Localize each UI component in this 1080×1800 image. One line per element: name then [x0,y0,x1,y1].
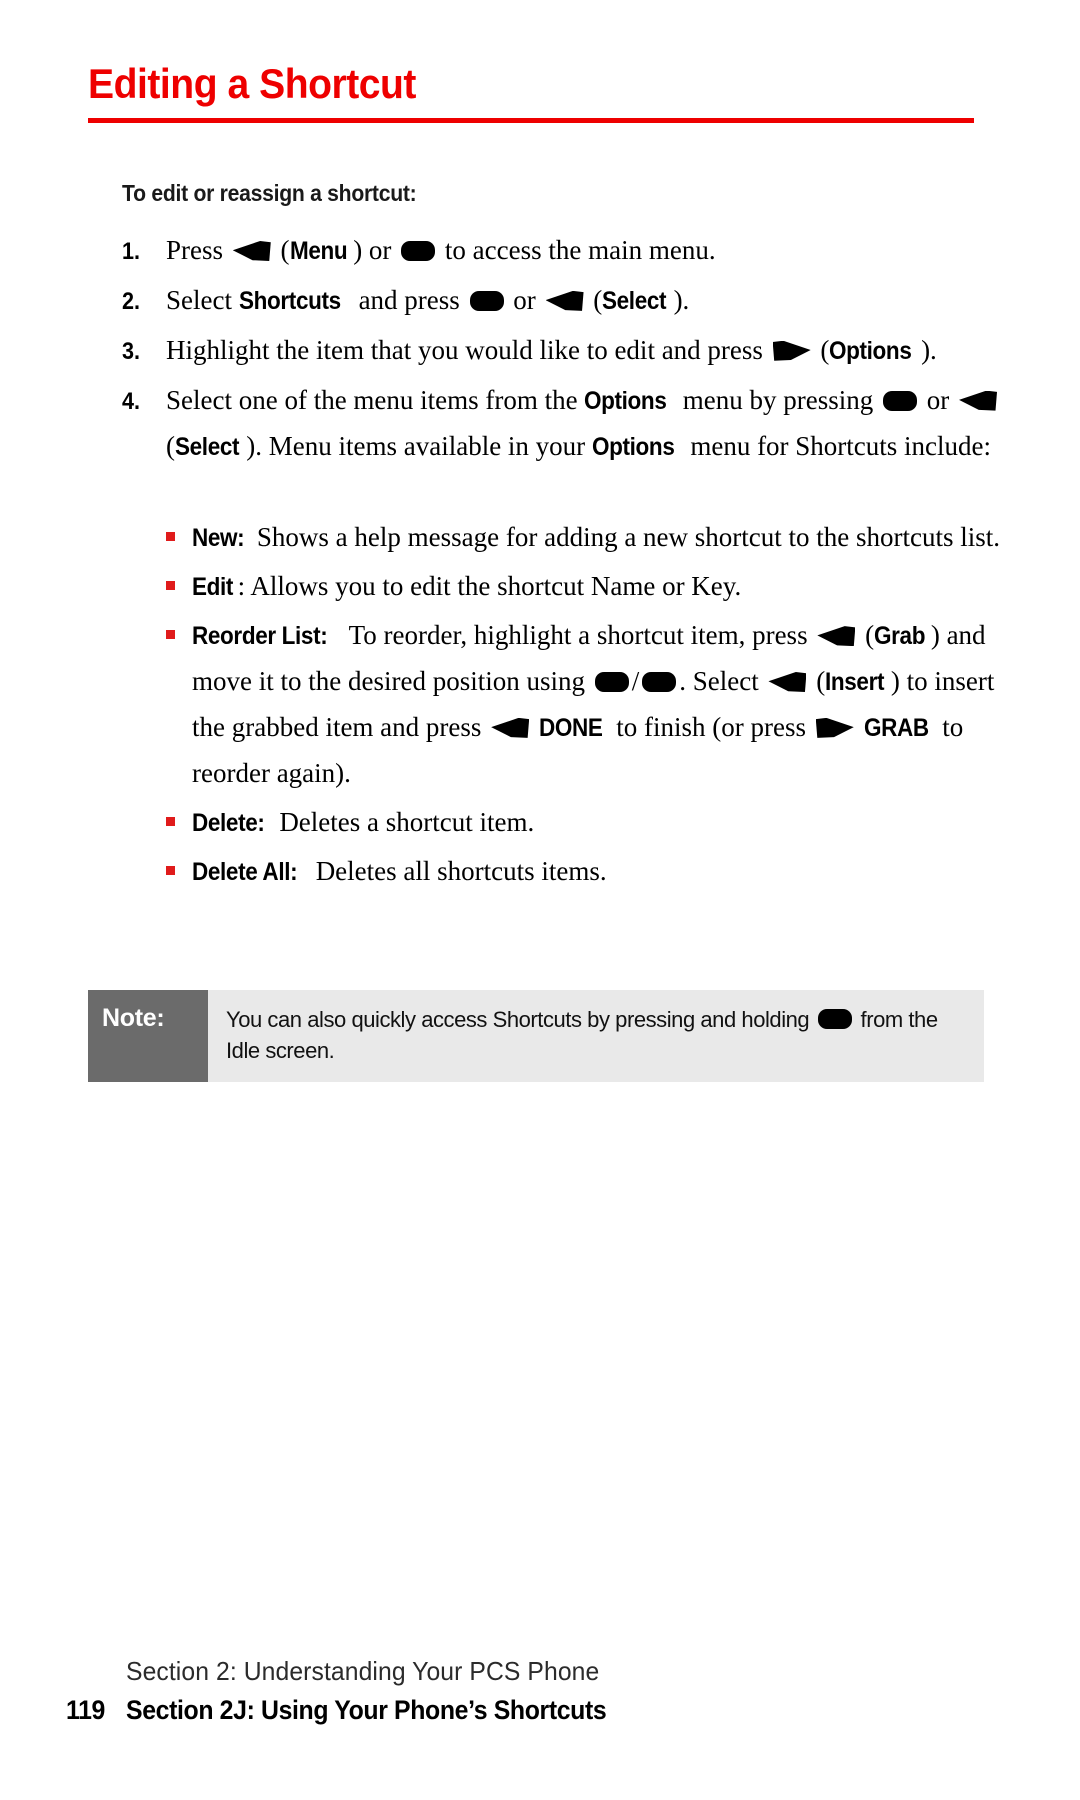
emphasis-term: GRAB [863,713,929,742]
square-bullet-icon [166,849,192,875]
title-block: Editing a Shortcut [88,60,992,124]
footer-section-title: Section 2J: Using Your Phone’s Shortcuts [126,1695,607,1725]
list-item-text: Edit: Allows you to edit the shortcut Na… [192,564,1002,610]
page-footer: Section 2: Understanding Your PCS Phone … [66,1656,1006,1726]
softkey-right-icon [815,717,854,738]
softkey-left-icon [232,241,271,261]
list-item: Delete: Deletes a shortcut item. [166,800,1002,846]
step-number: 3. [122,337,141,365]
note-callout: Note: You can also quickly access Shortc… [88,990,984,1083]
list-item-text: Delete: Deletes a shortcut item. [192,800,1002,846]
ok-key-icon [401,241,436,261]
list-item: New: Shows a help message for adding a n… [166,515,1002,561]
ok-key-icon [642,672,677,693]
step-item: 1. Press (Menu) or to access the main me… [122,228,1002,274]
list-item-text: Delete All: Deletes all shortcuts items. [192,849,1002,895]
procedure-steps: 1. Press (Menu) or to access the main me… [122,228,1002,901]
step-text-inline: Select one of the menu items from the Op… [166,385,1000,461]
square-bullet-icon [166,800,192,826]
step-item: 2. Select Shortcuts and press or (Select… [122,278,1002,324]
square-bullet-icon [166,613,192,640]
ok-key-icon [817,1009,852,1029]
options-sublist: New: Shows a help message for adding a n… [166,515,1002,894]
step-text: Highlight the item that you would like t… [166,328,1002,374]
softkey-left-icon [817,626,856,647]
step-text: Press (Menu) or to access the main menu. [166,228,1002,274]
step-item: 4. Select one of the menu items from the… [122,378,1002,898]
emphasis-term: Select [175,432,240,461]
list-item-text: Reorder List: To reorder, highlight a sh… [192,613,1002,797]
softkey-left-icon [545,290,584,311]
emphasis-term: Shortcuts [238,286,341,315]
softkey-left-icon [491,717,530,738]
emphasis-term: Select [602,286,667,315]
emphasis-term: Options [829,336,912,365]
page-number: 119 [66,1695,105,1725]
square-bullet-icon [166,515,192,542]
ok-key-icon [469,290,504,311]
softkey-right-icon [772,340,811,361]
subheading: To edit or reassign a shortcut: [122,180,417,206]
list-item-text: New: Shows a help message for adding a n… [192,515,1002,561]
step-number: 1. [122,238,141,265]
step-item: 3. Highlight the item that you would lik… [122,328,1002,374]
square-bullet-icon [166,564,192,591]
step-text: Select one of the menu items from the Op… [166,378,1002,898]
emphasis-term: Reorder List: [192,622,328,651]
ok-key-icon [594,672,629,693]
title-divider [88,118,974,124]
manual-page: Editing a Shortcut To edit or reassign a… [0,0,1080,1800]
ok-key-icon [883,390,918,411]
footer-title-row: 119 Section 2J: Using Your Phone’s Short… [66,1695,1006,1726]
emphasis-term: Edit [192,573,234,602]
emphasis-term: Grab [874,622,926,651]
step-text: Select Shortcuts and press or (Select). [166,278,1002,324]
emphasis-term: New: [192,524,245,553]
emphasis-term: Options [591,432,675,461]
emphasis-term: Delete All: [192,857,298,886]
note-body: You can also quickly access Shortcuts by… [226,1007,938,1064]
softkey-left-icon [768,672,807,693]
emphasis-term: Insert [825,668,885,697]
list-item: Delete All: Deletes all shortcuts items. [166,849,1002,895]
list-item: Reorder List: To reorder, highlight a sh… [166,613,1002,797]
emphasis-term: DONE [538,713,603,742]
emphasis-term: Options [584,386,667,415]
softkey-left-icon [959,390,998,411]
emphasis-term: Menu [289,237,348,265]
note-label: Note: [88,990,208,1083]
page-title: Editing a Shortcut [88,60,416,107]
list-item: Edit: Allows you to edit the shortcut Na… [166,564,1002,610]
step-number: 4. [122,387,141,415]
emphasis-term: Delete: [192,808,265,837]
footer-section-line: Section 2: Understanding Your PCS Phone [126,1656,600,1686]
step-number: 2. [122,287,141,315]
